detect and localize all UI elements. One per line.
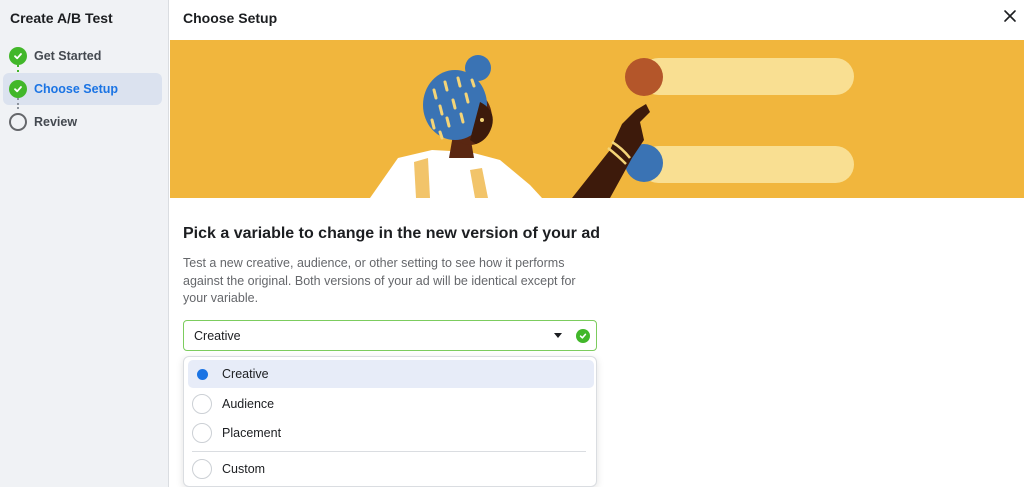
variable-dropdown-menu: Creative Audience Placement Custom bbox=[183, 356, 597, 487]
option-label: Audience bbox=[222, 397, 275, 411]
option-custom[interactable]: Custom bbox=[188, 455, 594, 483]
illustration-banner bbox=[170, 40, 1024, 198]
check-circle-icon bbox=[9, 80, 27, 98]
caret-down-icon bbox=[554, 333, 562, 338]
option-label: Placement bbox=[222, 426, 282, 440]
section-description: Test a new creative, audience, or other … bbox=[183, 256, 576, 305]
step-choose-setup[interactable]: Choose Setup bbox=[3, 73, 162, 105]
option-audience[interactable]: Audience bbox=[188, 390, 594, 418]
option-creative[interactable]: Creative bbox=[188, 360, 594, 388]
main-panel: Choose Setup Pick a variable to change i… bbox=[170, 0, 1024, 487]
radio-selected-icon bbox=[192, 364, 212, 384]
check-circle-icon bbox=[576, 328, 590, 343]
step-label: Review bbox=[34, 115, 78, 129]
step-review[interactable]: Review bbox=[3, 106, 162, 138]
sidebar-title: Create A/B Test bbox=[10, 10, 113, 26]
step-label: Choose Setup bbox=[34, 82, 119, 96]
step-get-started[interactable]: Get Started bbox=[3, 40, 162, 72]
option-placement[interactable]: Placement bbox=[188, 419, 594, 447]
check-circle-icon bbox=[9, 47, 27, 65]
empty-circle-icon bbox=[9, 113, 27, 131]
page-title: Choose Setup bbox=[183, 10, 278, 26]
variable-select[interactable]: Creative bbox=[183, 320, 597, 351]
option-label: Creative bbox=[222, 367, 269, 381]
radio-dot bbox=[196, 368, 208, 380]
radio-empty-icon bbox=[192, 394, 212, 414]
radio-empty-icon bbox=[192, 459, 212, 479]
person-pointing-illustration bbox=[370, 55, 854, 198]
radio-empty-icon bbox=[192, 423, 212, 443]
section-heading: Pick a variable to change in the new ver… bbox=[183, 225, 601, 242]
select-value: Creative bbox=[194, 328, 241, 343]
close-icon bbox=[1003, 9, 1017, 28]
sidebar: Create A/B Test Get Started Choose Setup… bbox=[0, 0, 169, 487]
option-label: Custom bbox=[222, 462, 266, 476]
step-label: Get Started bbox=[34, 49, 102, 63]
close-button[interactable] bbox=[1000, 8, 1020, 28]
menu-divider bbox=[192, 451, 586, 452]
